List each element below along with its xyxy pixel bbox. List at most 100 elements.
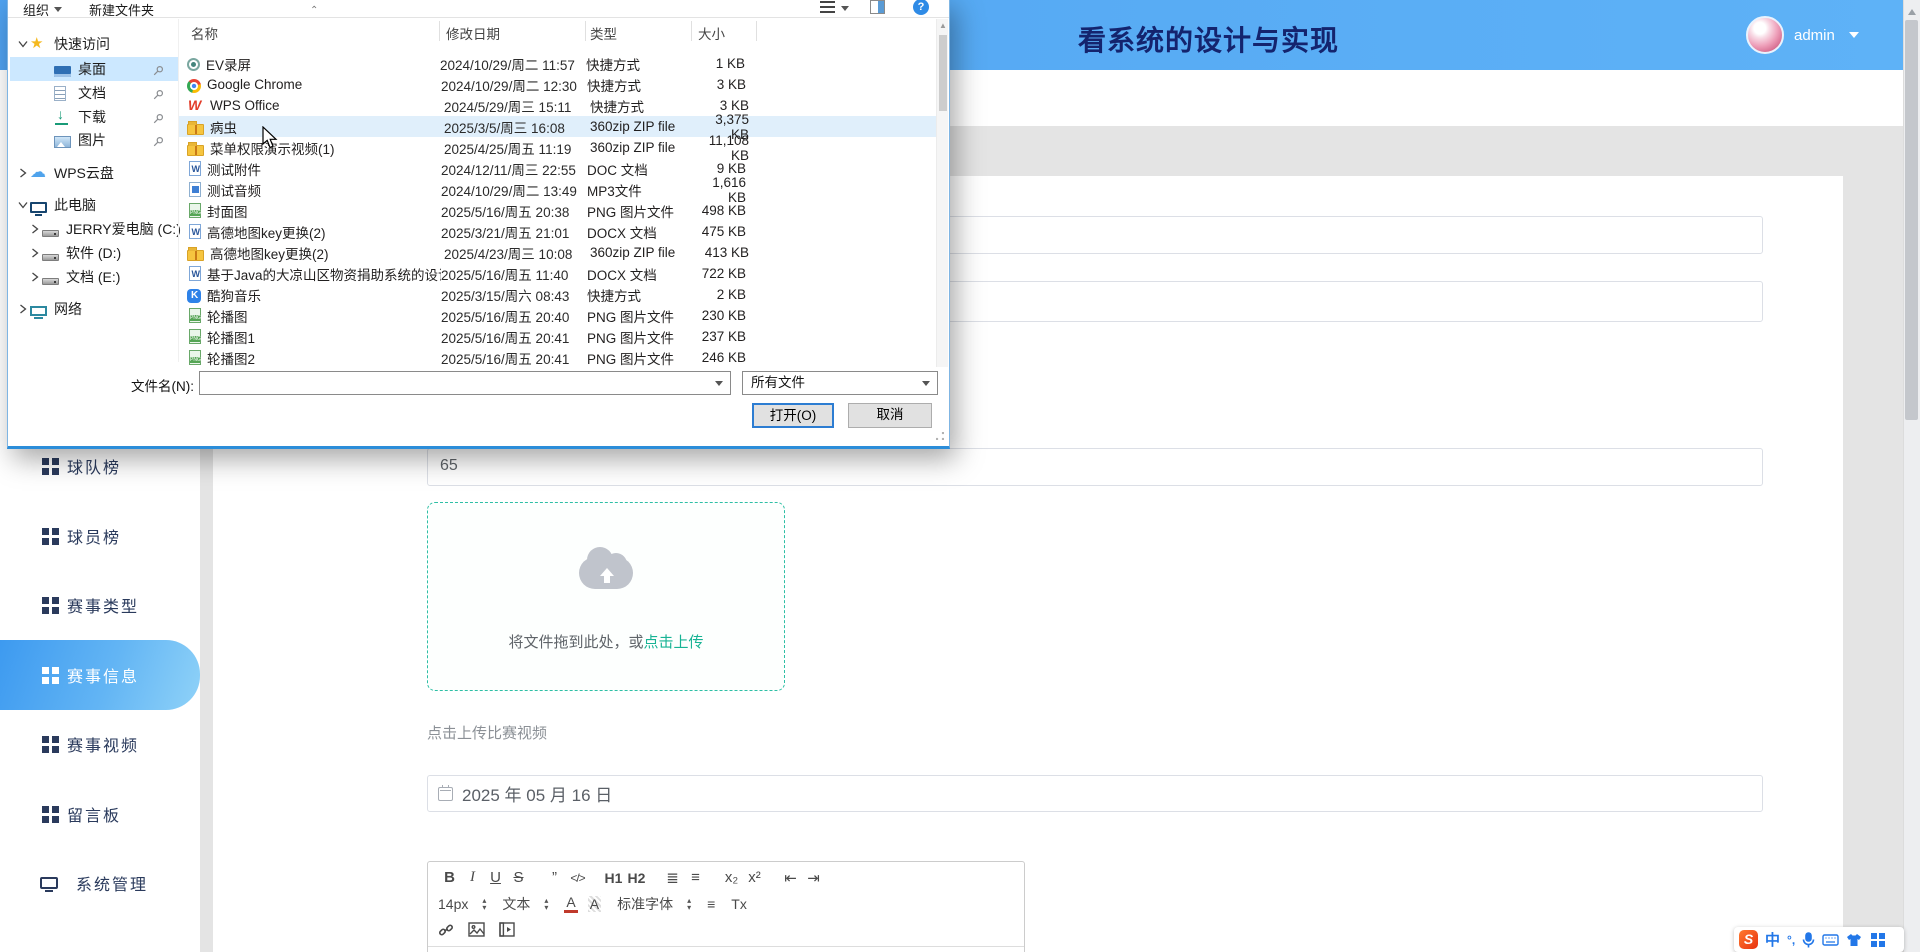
- preview-pane-icon[interactable]: [870, 0, 885, 14]
- scrollbar-up-arrow-icon[interactable]: ▲: [939, 21, 947, 30]
- tree-item-10[interactable]: 网络: [10, 297, 178, 321]
- tree-item-0[interactable]: 快速访问: [10, 32, 178, 56]
- text-color-button[interactable]: A: [564, 894, 578, 913]
- file-list-scrollbar-thumb[interactable]: [939, 35, 947, 111]
- code-button[interactable]: </>: [566, 871, 589, 885]
- help-icon[interactable]: ?: [913, 0, 929, 15]
- file-row-10[interactable]: 基于Java的大凉山区物资捐助系统的设计...2025/5/16/周五 11:4…: [179, 263, 936, 284]
- font-size-select[interactable]: 14px: [438, 896, 486, 912]
- tree-item-2[interactable]: 文档: [10, 81, 178, 105]
- filename-input[interactable]: [199, 371, 731, 395]
- link-icon[interactable]: [438, 922, 454, 938]
- chevron-down-icon[interactable]: [16, 201, 30, 209]
- subscript-button[interactable]: x₂: [720, 869, 743, 886]
- filetype-select[interactable]: 所有文件: [742, 371, 938, 395]
- sidebar-item-4[interactable]: 赛事视频: [0, 709, 200, 779]
- file-row-12[interactable]: 轮播图 2025/5/16/周五 20:40 PNG 图片文件 230 KB: [179, 305, 936, 326]
- tree-item-4[interactable]: 图片: [10, 128, 178, 152]
- score-input[interactable]: 65: [427, 448, 1763, 486]
- tree-item-9[interactable]: 文档 (E:): [10, 265, 178, 289]
- column-header-size[interactable]: 大小: [698, 23, 725, 43]
- upload-link[interactable]: 点击上传: [644, 634, 704, 651]
- file-row-7[interactable]: 封面图 2025/5/16/周五 20:38 PNG 图片文件 498 KB: [179, 200, 936, 221]
- file-row-4[interactable]: 菜单权限演示视频(1) 2025/4/25/周五 11:19 360zip ZIP …: [179, 133, 936, 163]
- file-row-5[interactable]: 测试附件2024/12/11/周三 22:55DOC 文档9 KB: [179, 158, 936, 179]
- upload-dropzone[interactable]: 将文件拖到此处，或点击上传: [427, 502, 785, 691]
- chinese-mode-icon[interactable]: 中: [1765, 929, 1780, 950]
- open-button[interactable]: 打开(O): [752, 403, 834, 428]
- superscript-button[interactable]: x²: [743, 869, 766, 886]
- tree-item-7[interactable]: JERRY爱电脑 (C:): [10, 217, 181, 241]
- align-button[interactable]: ≡: [707, 896, 715, 912]
- file-row-6[interactable]: 测试音频 2024/10/29/周二 13:49 MP3文件 1,616 KB: [179, 175, 936, 205]
- user-menu[interactable]: admin: [1794, 27, 1835, 44]
- view-mode-icon[interactable]: [820, 1, 849, 13]
- chevron-right-icon[interactable]: [16, 168, 30, 178]
- header-2-button[interactable]: H2: [625, 870, 648, 886]
- chevron-down-icon[interactable]: [16, 40, 30, 48]
- highlight-color-button[interactable]: A: [587, 895, 602, 912]
- sidebar-item-2[interactable]: 赛事类型: [0, 570, 200, 640]
- page-scrollbar-thumb[interactable]: [1905, 20, 1918, 420]
- editor-content-area[interactable]: [428, 946, 1024, 952]
- column-header-name[interactable]: 名称: [191, 23, 218, 43]
- sidebar-item-3[interactable]: 赛事信息: [0, 640, 200, 710]
- sogou-logo-icon[interactable]: S: [1739, 930, 1758, 949]
- resize-grip[interactable]: [936, 432, 944, 440]
- italic-button[interactable]: I: [461, 869, 484, 886]
- column-header-date[interactable]: 修改日期: [446, 23, 500, 43]
- chevron-right-icon[interactable]: [28, 248, 42, 258]
- keyboard-icon[interactable]: [1822, 933, 1839, 946]
- header-1-button[interactable]: H1: [602, 870, 625, 886]
- file-row-9[interactable]: 高德地图key更换(2) 2025/4/23/周三 10:08 360zip ZIP…: [179, 242, 936, 263]
- sidebar-item-5[interactable]: 留言板: [0, 779, 200, 849]
- avatar[interactable]: [1746, 16, 1784, 54]
- blockquote-button[interactable]: ”: [543, 869, 566, 886]
- chevron-right-icon[interactable]: [28, 224, 42, 234]
- underline-button[interactable]: U: [484, 869, 507, 886]
- column-header-type[interactable]: 类型: [590, 23, 617, 43]
- tree-item-1[interactable]: 桌面: [10, 57, 178, 81]
- bullet-list-button[interactable]: ≡: [684, 869, 707, 886]
- block-type-select[interactable]: 文本: [502, 894, 548, 914]
- file-row-8[interactable]: 高德地图key更换(2) 2025/3/21/周五 21:01 DOCX 文档 475…: [179, 221, 936, 242]
- bold-button[interactable]: B: [438, 869, 461, 886]
- sidebar-item-1[interactable]: 球员榜: [0, 501, 200, 571]
- skin-icon[interactable]: [1846, 933, 1862, 947]
- tree-item-5[interactable]: WPS云盘: [10, 161, 178, 185]
- organize-menu[interactable]: 组织: [23, 0, 63, 19]
- file-row-3[interactable]: 病虫 2025/3/5/周三 16:08 360zip ZIP file 3,375 …: [179, 112, 936, 142]
- indent-button[interactable]: ⇥: [802, 869, 825, 887]
- font-family-select[interactable]: 标准字体: [617, 894, 691, 914]
- file-row-11[interactable]: 酷狗音乐 2025/3/15/周六 08:43 快捷方式 2 KB: [179, 284, 936, 305]
- new-folder-button[interactable]: 新建文件夹: [89, 0, 154, 19]
- register-time-input[interactable]: 2025 年 05 月 16 日: [427, 775, 1763, 812]
- file-row-14[interactable]: 轮播图2 2025/5/16/周五 20:41 PNG 图片文件 246 KB: [179, 347, 936, 368]
- cancel-button[interactable]: 取消: [848, 403, 932, 428]
- microphone-icon[interactable]: [1802, 931, 1815, 948]
- png-file-icon: [189, 350, 201, 365]
- richtext-editor[interactable]: BIUS”</>H1H2≣≡x₂x²⇤⇥ 14px 文本 A A 标准字体 ≡ …: [427, 861, 1025, 952]
- sort-asc-icon[interactable]: ⌃: [310, 5, 318, 16]
- file-row-13[interactable]: 轮播图1 2025/5/16/周五 20:41 PNG 图片文件 237 KB: [179, 326, 936, 347]
- file-row-1[interactable]: Google Chrome 2024/10/29/周二 12:30 快捷方式 3 KB: [179, 74, 936, 95]
- file-list-scrollbar[interactable]: ▲: [936, 19, 948, 367]
- toolbox-icon[interactable]: [1871, 932, 1878, 939]
- clear-format-button[interactable]: Tx: [731, 896, 747, 912]
- chevron-right-icon[interactable]: [16, 304, 30, 314]
- chevron-right-icon[interactable]: [28, 272, 42, 282]
- outdent-button[interactable]: ⇤: [779, 869, 802, 887]
- scrollbar-up-arrow-icon[interactable]: [1908, 5, 1916, 15]
- tree-item-8[interactable]: 软件 (D:): [10, 241, 178, 265]
- punctuation-icon[interactable]: °,: [1787, 933, 1795, 947]
- caret-down-icon[interactable]: [1849, 32, 1859, 43]
- file-row-2[interactable]: WPS Office2024/5/29/周三 15:11快捷方式3 KB: [179, 95, 936, 116]
- tree-item-3[interactable]: 下载: [10, 105, 178, 129]
- strike-button[interactable]: S: [507, 869, 530, 886]
- ordered-list-button[interactable]: ≣: [661, 869, 684, 887]
- video-icon[interactable]: [499, 922, 515, 937]
- file-row-0[interactable]: EV录屏 2024/10/29/周二 11:57 快捷方式 1 KB: [179, 53, 936, 74]
- sidebar-item-6[interactable]: 系统管理: [0, 848, 200, 918]
- image-icon[interactable]: [468, 922, 485, 937]
- tree-item-6[interactable]: 此电脑: [10, 193, 178, 217]
